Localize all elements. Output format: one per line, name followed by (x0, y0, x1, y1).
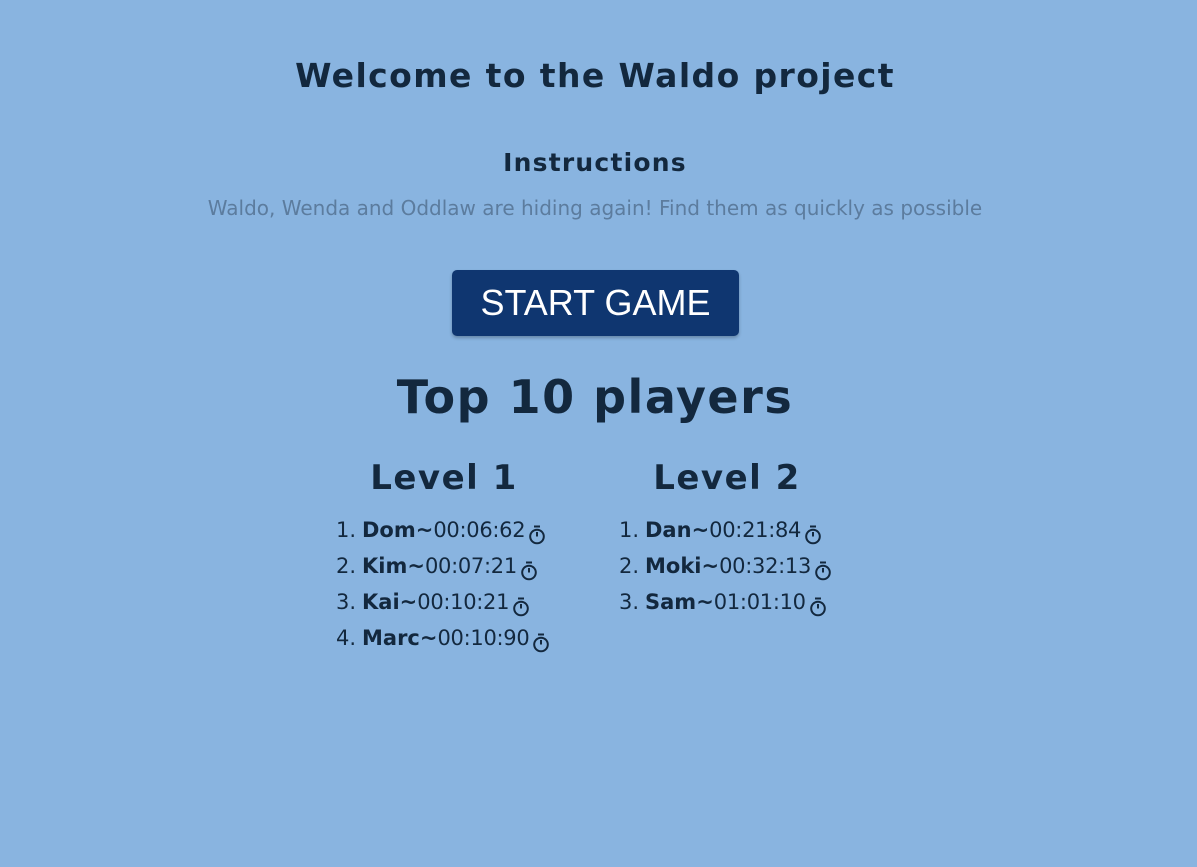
level-heading: Level 1 (370, 458, 518, 498)
score-row: 3. Kai ~00:10:21 (324, 584, 564, 620)
rank-number: 3. (335, 590, 356, 614)
completion-time: 00:21:84 (709, 518, 802, 542)
score-row: 2. Kim ~00:07:21 (324, 548, 564, 584)
rank-number: 2. (335, 554, 356, 578)
stopwatch-icon (528, 520, 546, 545)
page-title: Welcome to the Waldo project (295, 56, 895, 95)
score-row: 4. Marc ~00:10:90 (324, 620, 564, 656)
score-list: 1. Dom ~00:06:62 2. Kim ~00:07:21 3. Kai ~00:10:… (324, 512, 564, 656)
stopwatch-icon (532, 628, 550, 653)
rank-number: 2. (618, 554, 639, 578)
score-row: 2. Moki ~00:32:13 (607, 548, 847, 584)
level-heading: Level 2 (653, 458, 801, 498)
separator: ~ (419, 626, 438, 650)
player-name: Kim (362, 554, 408, 578)
player-name: Moki (645, 554, 702, 578)
separator: ~ (407, 554, 425, 578)
separator: ~ (415, 518, 434, 542)
stopwatch-icon (512, 592, 530, 617)
completion-time: 00:10:90 (437, 626, 530, 650)
score-row: 1. Dom ~00:06:62 (324, 512, 564, 548)
leaderboard-title: Top 10 players (396, 370, 794, 424)
start-game-button[interactable]: START GAME (452, 270, 739, 336)
score-row: 3. Sam ~01:01:10 (607, 584, 847, 620)
player-name: Sam (645, 590, 697, 614)
instructions-heading: Instructions (503, 148, 687, 177)
separator: ~ (691, 518, 710, 542)
separator: ~ (399, 590, 418, 614)
rank-number: 3. (618, 590, 639, 614)
player-name: Dom (362, 518, 416, 542)
separator: ~ (701, 554, 720, 578)
rank-number: 4. (335, 626, 356, 650)
completion-time: 00:10:21 (417, 590, 510, 614)
rank-number: 1. (335, 518, 356, 542)
player-name: Marc (362, 626, 420, 650)
level-1-scoreboard: Level 1 1. Dom ~00:06:62 2. Kim ~00:07:21 3. Ka… (324, 458, 564, 656)
score-row: 1. Dan ~00:21:84 (607, 512, 847, 548)
player-name: Dan (645, 518, 692, 542)
completion-time: 00:32:13 (719, 554, 812, 578)
completion-time: 00:07:21 (424, 554, 517, 578)
instructions-text: Waldo, Wenda and Oddlaw are hiding again… (207, 196, 983, 220)
stopwatch-icon (804, 520, 822, 545)
stopwatch-icon (814, 556, 832, 581)
score-list: 1. Dan ~00:21:84 2. Moki ~00:32:13 3. Sam ~01:01… (607, 512, 847, 620)
rank-number: 1. (618, 518, 639, 542)
stopwatch-icon (809, 592, 827, 617)
level-2-scoreboard: Level 2 1. Dan ~00:21:84 2. Moki ~00:32:13 3. S… (607, 458, 847, 620)
page: Welcome to the Waldo project Instruction… (0, 0, 1197, 867)
completion-time: 01:01:10 (713, 590, 806, 614)
stopwatch-icon (520, 556, 538, 581)
completion-time: 00:06:62 (433, 518, 526, 542)
separator: ~ (696, 590, 714, 614)
player-name: Kai (362, 590, 400, 614)
